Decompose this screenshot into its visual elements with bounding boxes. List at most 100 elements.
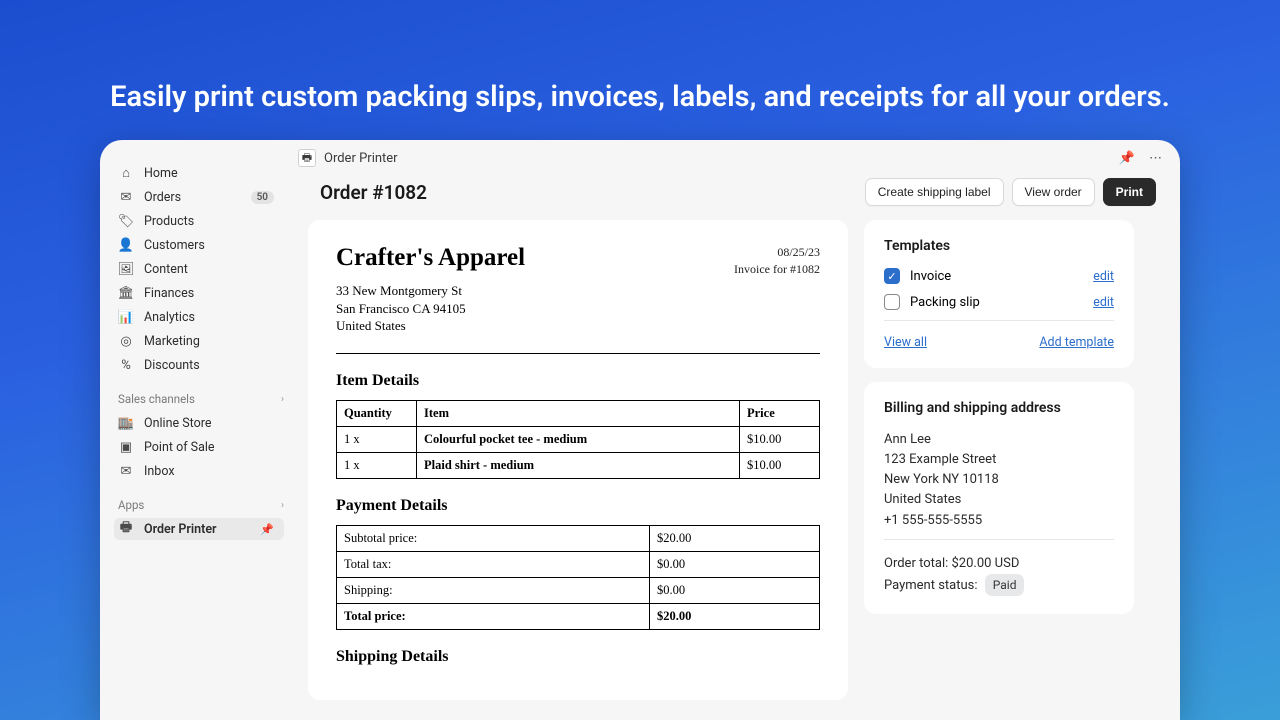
channel-pos[interactable]: ▣ Point of Sale [114, 436, 284, 458]
checkbox-invoice[interactable]: ✓ [884, 268, 900, 284]
table-row: Total tax: $0.00 [337, 551, 820, 577]
billing-name: Ann Lee [884, 430, 1114, 450]
app-icon: 🖶 [298, 149, 316, 167]
nav-content[interactable]: 🖼 Content [114, 258, 284, 280]
app-window: ⌂ Home ✉ Orders 50 🏷 Products 👤 Customer… [100, 140, 1180, 720]
nav-marketing[interactable]: ◎ Marketing [114, 330, 284, 352]
billing-phone: +1 555-555-5555 [884, 511, 1114, 531]
templates-card: Templates ✓ Invoice edit Packing slip ed… [864, 220, 1134, 368]
billing-street: 123 Example Street [884, 450, 1114, 470]
invoice-preview: Crafter's Apparel 33 New Montgomery St S… [308, 220, 848, 700]
billing-country: United States [884, 490, 1114, 510]
nav-label: Customers [144, 238, 205, 253]
app-topbar: 🖶 Order Printer 📌 ⋯ [290, 140, 1180, 176]
person-icon: 👤 [118, 237, 134, 253]
app-name: Order Printer [324, 151, 398, 166]
view-all-link[interactable]: View all [884, 335, 927, 350]
inbox-icon: ✉ [118, 463, 134, 479]
main-area: 🖶 Order Printer 📌 ⋯ Order #1082 Create s… [290, 140, 1180, 720]
printer-icon: 🖶 [118, 521, 134, 537]
table-row: Subtotal price: $20.00 [337, 525, 820, 551]
table-row: Shipping: $0.00 [337, 577, 820, 603]
nav-label: Point of Sale [144, 440, 215, 455]
billing-card: Billing and shipping address Ann Lee 123… [864, 382, 1134, 614]
checkbox-packing-slip[interactable] [884, 294, 900, 310]
col-price: Price [740, 400, 820, 426]
payment-details-heading: Payment Details [336, 497, 820, 515]
channel-online-store[interactable]: 🏬 Online Store [114, 412, 284, 434]
target-icon: ◎ [118, 333, 134, 349]
col-item: Item [417, 400, 740, 426]
table-row: 1 x Plaid shirt - medium $10.00 [337, 452, 820, 478]
chart-icon: 📊 [118, 309, 134, 325]
shipping-details-heading: Shipping Details [336, 648, 820, 666]
col-quantity: Quantity [337, 400, 417, 426]
sidebar: ⌂ Home ✉ Orders 50 🏷 Products 👤 Customer… [100, 140, 290, 720]
template-row-packing-slip: Packing slip edit [884, 294, 1114, 310]
nav-customers[interactable]: 👤 Customers [114, 234, 284, 256]
templates-heading: Templates [884, 238, 1114, 254]
nav-products[interactable]: 🏷 Products [114, 210, 284, 232]
apps-header[interactable]: Apps › [114, 484, 292, 518]
store-icon: 🏬 [118, 415, 134, 431]
nav-label: Inbox [144, 464, 175, 479]
chevron-right-icon: › [281, 394, 284, 405]
create-shipping-label-button[interactable]: Create shipping label [865, 178, 1004, 206]
nav-label: Content [144, 262, 188, 277]
chevron-right-icon: › [281, 500, 284, 511]
nav-orders[interactable]: ✉ Orders 50 [114, 186, 284, 208]
orders-icon: ✉ [118, 189, 134, 205]
image-icon: 🖼 [118, 261, 134, 277]
app-order-printer[interactable]: 🖶 Order Printer 📌 [114, 518, 284, 540]
hero-headline: Easily print custom packing slips, invoi… [0, 0, 1280, 144]
nav-label: Marketing [144, 334, 200, 349]
template-label: Invoice [910, 269, 951, 284]
add-template-link[interactable]: Add template [1039, 335, 1114, 350]
nav-label: Products [144, 214, 194, 229]
status-badge: Paid [985, 574, 1025, 597]
nav-home[interactable]: ⌂ Home [114, 162, 284, 184]
pin-icon[interactable]: 📌 [260, 523, 274, 536]
nav-discounts[interactable]: % Discounts [114, 354, 284, 376]
divider [336, 353, 820, 354]
edit-packing-slip-link[interactable]: edit [1093, 295, 1114, 310]
nav-label: Finances [144, 286, 194, 301]
payment-table: Subtotal price: $20.00 Total tax: $0.00 … [336, 525, 820, 630]
print-button[interactable]: Print [1103, 178, 1156, 206]
channel-inbox[interactable]: ✉ Inbox [114, 460, 284, 482]
item-details-heading: Item Details [336, 372, 820, 390]
page-title: Order #1082 [320, 181, 427, 204]
billing-heading: Billing and shipping address [884, 400, 1114, 416]
bank-icon: 🏛 [118, 285, 134, 301]
store-name: Crafter's Apparel [336, 244, 525, 272]
table-row-total: Total price: $20.00 [337, 603, 820, 629]
nav-analytics[interactable]: 📊 Analytics [114, 306, 284, 328]
nav-label: Orders [144, 190, 181, 205]
sales-channels-header[interactable]: Sales channels › [114, 378, 292, 412]
home-icon: ⌂ [118, 165, 134, 181]
nav-label: Discounts [144, 358, 200, 373]
percent-icon: % [118, 357, 134, 373]
divider [884, 539, 1114, 540]
billing-city: New York NY 10118 [884, 470, 1114, 490]
nav-label: Home [144, 166, 178, 181]
nav-label: Online Store [144, 416, 211, 431]
table-row: 1 x Colourful pocket tee - medium $10.00 [337, 426, 820, 452]
edit-invoice-link[interactable]: edit [1093, 269, 1114, 284]
invoice-meta: 08/25/23 Invoice for #1082 [734, 244, 820, 345]
template-row-invoice: ✓ Invoice edit [884, 268, 1114, 284]
template-label: Packing slip [910, 295, 980, 310]
items-table: Quantity Item Price 1 x Colourful pocket… [336, 400, 820, 479]
more-icon[interactable]: ⋯ [1149, 151, 1162, 166]
divider [884, 320, 1114, 321]
nav-label: Analytics [144, 310, 195, 325]
page-header: Order #1082 Create shipping label View o… [290, 176, 1180, 220]
order-total: Order total: $20.00 USD [884, 554, 1114, 574]
view-order-button[interactable]: View order [1012, 178, 1095, 206]
orders-badge: 50 [251, 191, 274, 204]
store-address: 33 New Montgomery St San Francisco CA 94… [336, 282, 525, 335]
nav-finances[interactable]: 🏛 Finances [114, 282, 284, 304]
nav-label: Order Printer [144, 522, 217, 537]
payment-status: Payment status: Paid [884, 574, 1114, 597]
pin-icon[interactable]: 📌 [1119, 151, 1135, 166]
